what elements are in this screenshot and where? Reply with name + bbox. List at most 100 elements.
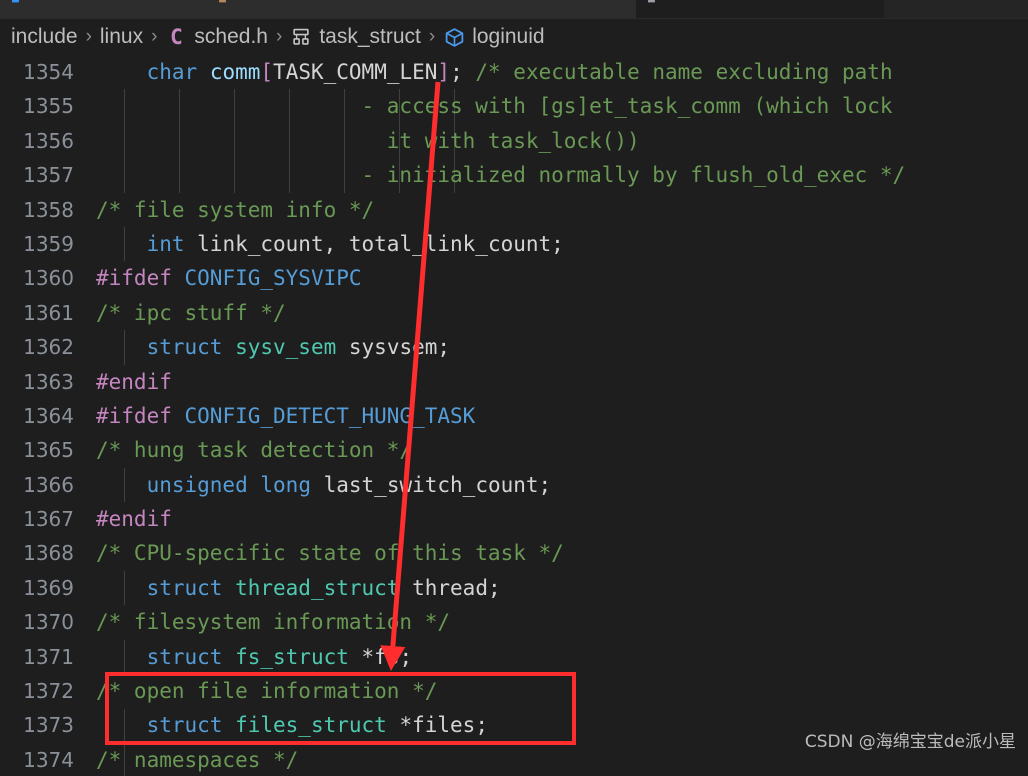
code-line-text: #ifdef CONFIG_DETECT_HUNG_TASK [96,399,1028,433]
line-number: 1369 [23,575,74,600]
code-token: *fs; [348,644,413,669]
line-number: 1360 [23,266,74,291]
breadcrumb-item-loginuid[interactable]: loginuid [443,25,545,49]
code-token: sysv_sem [235,335,337,360]
code-line[interactable]: 1361 /* ipc stuff */ [0,296,1028,330]
line-number: 1362 [23,335,74,360]
line-number: 1366 [23,472,74,497]
code-line-text: /* hung task detection */ [96,433,1028,467]
code-token: struct [146,713,223,738]
code-token: /* open file information */ [96,679,438,704]
code-token: ] [437,60,451,84]
code-line[interactable]: 1358 /* file system info */ [0,193,1028,227]
code-token: last_switch_count; [310,472,552,497]
code-token: #ifdef [96,266,172,291]
line-number: 1358 [23,197,74,222]
code-line[interactable]: 1360 #ifdef CONFIG_SYSVIPC [0,261,1028,295]
code-line[interactable]: 1367 #endif [0,502,1028,536]
editor-tab-active[interactable] [636,0,885,18]
code-line-text: - initialized normally by flush_old_exec… [96,158,1028,192]
code-line-text: /* CPU-specific state of this task */ [96,536,1028,570]
line-number: 1354 [23,60,74,84]
breadcrumb-label: task_struct [319,25,421,48]
code-token: comm [209,60,261,84]
code-token: /* hung task detection */ [96,438,413,463]
code-token: unsigned [146,472,248,497]
code-line[interactable]: 1368 /* CPU-specific state of this task *… [0,536,1028,570]
code-line-text: struct fs_struct *fs; [96,640,1028,674]
code-token: int [146,231,185,256]
breadcrumb-item-task-struct[interactable]: task_struct [290,25,421,49]
code-line[interactable]: 1364 #ifdef CONFIG_DETECT_HUNG_TASK [0,399,1028,433]
code-line-text: /* ipc stuff */ [96,296,1028,330]
code-line-text: - access with [gs]et_task_comm (which lo… [96,89,1028,123]
line-number: 1361 [23,300,74,325]
code-token: *files; [386,713,488,738]
code-token: #endif [96,369,172,394]
code-line-text: #endif [96,365,1028,399]
code-token: thread_struct [235,575,400,600]
code-line-text: #endif [96,502,1028,536]
line-number: 1355 [23,94,74,119]
code-token: TASK_COMM_LEN [273,60,438,84]
line-number: 1371 [23,644,74,669]
code-token: char [146,60,198,84]
code-line[interactable]: 1372 /* open file information */ [0,674,1028,708]
code-token: struct [146,575,223,600]
code-line[interactable]: 1356 it with task_lock()) [0,124,1028,158]
csdn-watermark: CSDN @海绵宝宝de派小星 [804,732,1016,752]
editor-tab-1-inner [10,0,26,3]
breadcrumb-item-include[interactable]: include [11,25,78,49]
line-number: 1368 [23,541,74,566]
code-line[interactable]: 1362 struct sysv_sem sysvsem; [0,330,1028,364]
breadcrumb-label: loginuid [472,25,545,48]
code-token: fs_struct [235,644,349,669]
code-line[interactable]: 1371 struct fs_struct *fs; [0,640,1028,674]
code-line[interactable]: 1354 char comm[TASK_COMM_LEN]; /* execut… [0,55,1028,89]
code-token: struct [146,644,223,669]
editor-tab-2[interactable] [207,0,421,18]
code-line[interactable]: 1370 /* filesystem information */ [0,605,1028,639]
chevron-right-icon: › [428,26,436,47]
line-number: 1373 [23,713,74,738]
code-line[interactable]: 1369 struct thread_struct thread; [0,571,1028,605]
code-line[interactable]: 1363 #endif [0,365,1028,399]
file-icon [646,0,657,3]
line-number: 1372 [23,679,74,704]
code-token: link_count, total_link_count; [184,231,564,256]
code-line[interactable]: 1359 int link_count, total_link_count; [0,227,1028,261]
chevron-right-icon: › [85,26,92,47]
code-token: /* namespaces */ [96,747,299,772]
code-editor[interactable]: 1354 char comm[TASK_COMM_LEN]; /* execut… [0,55,1028,776]
code-line[interactable]: 1366 unsigned long last_switch_count; [0,468,1028,502]
breadcrumb-item-linux[interactable]: linux [100,25,143,49]
code-token: /* ipc stuff */ [96,300,286,325]
code-token: sysvsem; [336,335,451,360]
code-line[interactable]: 1365 /* hung task detection */ [0,433,1028,467]
line-number: 1364 [23,403,74,428]
code-line[interactable]: 1357 - initialized normally by flush_old… [0,158,1028,192]
line-number: 1370 [23,610,74,635]
breadcrumb-label: sched.h [194,25,268,48]
code-token: - access with [gs]et_task_comm (which lo… [96,94,893,119]
editor-tab-3[interactable] [420,0,637,18]
code-line-text: char comm[TASK_COMM_LEN]; /* executable … [96,55,1028,89]
code-token: files_struct [235,713,387,738]
breadcrumb: include › linux › C sched.h › task_struc… [0,19,1028,55]
editor-tab-1[interactable] [0,0,208,18]
code-line[interactable]: 1355 - access with [gs]et_task_comm (whi… [0,89,1028,123]
code-token: #endif [96,507,172,532]
struct-icon [290,26,312,48]
breadcrumb-item-sched-h[interactable]: C sched.h [165,25,268,49]
